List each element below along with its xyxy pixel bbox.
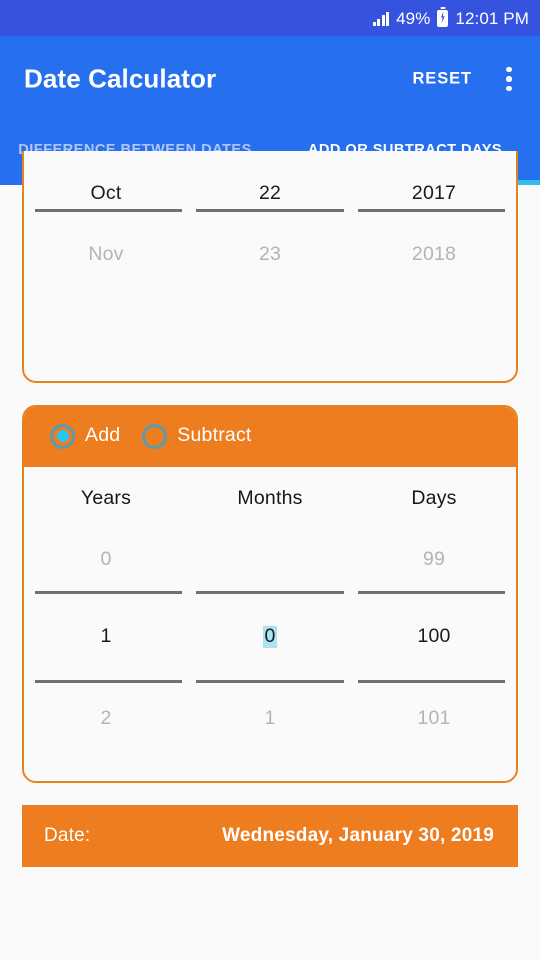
months-next-value: 1 — [264, 707, 276, 730]
status-bar-right-group: 49% 12:01 PM — [372, 8, 529, 28]
radio-option-add[interactable]: Add — [50, 423, 121, 449]
year-selected-value: 2017 — [411, 181, 457, 204]
years-picker-previous[interactable]: 0 — [24, 529, 188, 591]
reset-button[interactable]: RESET — [412, 70, 472, 89]
months-picker-next[interactable]: 1 — [188, 683, 352, 755]
days-next-value: 101 — [417, 707, 451, 730]
radio-subtract-label: Subtract — [177, 424, 252, 447]
day-selected-value: 22 — [258, 181, 282, 204]
column-header-days: Days — [411, 486, 457, 509]
duration-selected-row: 1 0 100 — [24, 594, 516, 680]
date-picker-next-row: Nov 23 2018 — [24, 212, 516, 298]
years-picker-selected[interactable]: 1 — [24, 594, 188, 680]
duration-next-row: 2 1 101 — [24, 683, 516, 755]
duration-previous-row: 0 99 — [24, 529, 516, 591]
years-previous-value: 0 — [100, 548, 112, 571]
day-picker-selected[interactable]: 22 — [188, 181, 352, 204]
column-header-months: Months — [237, 486, 303, 509]
years-next-value: 2 — [100, 707, 112, 730]
years-selected-value: 1 — [100, 625, 112, 648]
month-next-value: Nov — [88, 243, 124, 266]
day-next-value: 23 — [258, 243, 282, 266]
radio-add-icon[interactable] — [50, 423, 75, 449]
months-selected-value[interactable]: 0 — [263, 625, 277, 649]
date-picker-selected-row: Oct 22 2017 — [24, 151, 516, 209]
days-picker-previous[interactable]: 99 — [352, 529, 516, 591]
signal-bars-icon — [372, 11, 390, 26]
year-picker-selected[interactable]: 2017 — [352, 181, 516, 204]
app-bar-main-row: Date Calculator RESET — [0, 36, 540, 122]
battery-percent-label: 49% — [396, 8, 431, 28]
column-header-years: Years — [80, 486, 132, 509]
days-selected-value: 100 — [417, 625, 451, 648]
date-picker-card: Oct 22 2017 Nov 23 2018 — [22, 151, 518, 383]
month-picker-selected[interactable]: Oct — [24, 181, 188, 204]
months-picker-selected[interactable]: 0 — [188, 594, 352, 680]
year-next-value: 2018 — [411, 243, 457, 266]
result-label: Date: — [44, 825, 91, 846]
month-picker-next[interactable]: Nov — [24, 212, 188, 298]
radio-option-subtract[interactable]: Subtract — [142, 423, 252, 449]
scroll-content[interactable]: Oct 22 2017 Nov 23 2018 Add Subtract Yea… — [0, 151, 540, 960]
battery-charging-icon — [437, 9, 449, 27]
years-picker-next[interactable]: 2 — [24, 683, 188, 755]
result-date-value: Wednesday, January 30, 2019 — [222, 825, 494, 846]
operation-mode-header: Add Subtract — [24, 407, 516, 467]
days-picker-selected[interactable]: 100 — [352, 594, 516, 680]
months-picker-previous[interactable] — [188, 529, 352, 591]
duration-picker-body: Years Months Days 0 99 1 0 100 2 1 101 — [24, 467, 516, 781]
day-picker-next[interactable]: 23 — [188, 212, 352, 298]
year-picker-next[interactable]: 2018 — [352, 212, 516, 298]
duration-column-headers: Years Months Days — [24, 467, 516, 529]
month-selected-value: Oct — [90, 181, 122, 204]
operation-card: Add Subtract Years Months Days 0 99 1 0 … — [22, 405, 518, 783]
status-bar-clock: 12:01 PM — [455, 8, 529, 28]
radio-subtract-icon[interactable] — [142, 423, 168, 449]
days-previous-value: 99 — [422, 548, 446, 571]
days-picker-next[interactable]: 101 — [352, 683, 516, 755]
status-bar: 49% 12:01 PM — [0, 0, 540, 36]
overflow-menu-icon[interactable] — [491, 59, 527, 99]
page-title: Date Calculator — [24, 63, 217, 94]
result-bar: Date: Wednesday, January 30, 2019 — [22, 805, 518, 867]
app-screen: 49% 12:01 PM Date Calculator RESET DIFFE… — [0, 0, 540, 960]
radio-add-label: Add — [85, 424, 121, 447]
